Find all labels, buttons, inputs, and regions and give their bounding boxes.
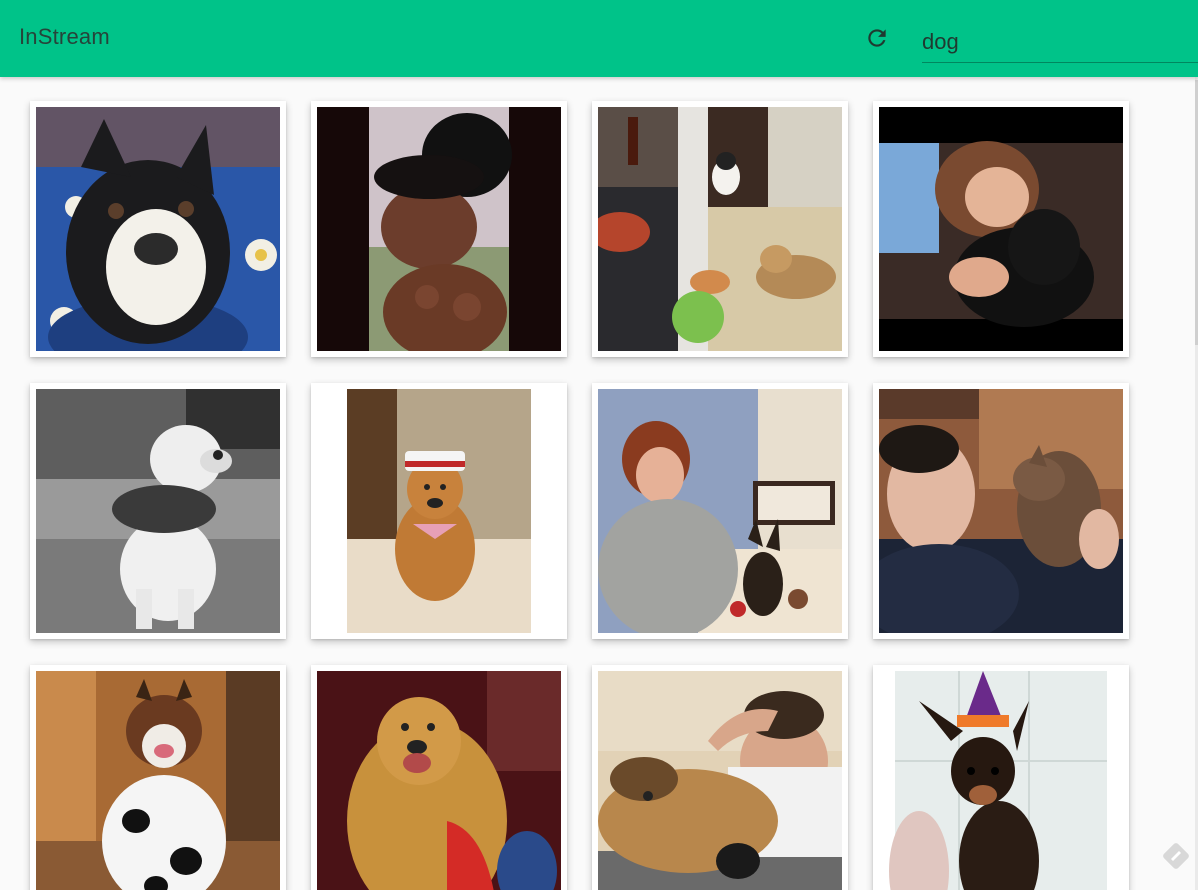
photo-card[interactable] [873, 383, 1129, 639]
pencil-icon [1163, 843, 1189, 869]
photo-card[interactable] [30, 383, 286, 639]
photo-boston-terrier [36, 107, 280, 351]
app-root: InStream [0, 0, 1198, 890]
app-title: InStream [19, 24, 110, 49]
photo-st-bernard-cow [36, 671, 280, 890]
photo-card[interactable] [592, 101, 848, 357]
photo-man-dog-floor [598, 671, 842, 890]
photo-card[interactable] [30, 101, 286, 357]
refresh-button[interactable] [862, 23, 892, 53]
photo-woman-poodles [317, 107, 561, 351]
photo-card[interactable] [873, 665, 1129, 890]
search-field [922, 24, 1198, 63]
photo-pinscher-witch [879, 671, 1123, 890]
top-toolbar: InStream [0, 0, 1198, 77]
edit-fab[interactable] [1160, 840, 1192, 872]
photo-golden-sailor [317, 389, 561, 633]
photo-girl-black-dog [879, 107, 1123, 351]
photo-card[interactable] [873, 101, 1129, 357]
photo-bulldog-leopard [36, 389, 280, 633]
photo-card[interactable] [592, 665, 848, 890]
photo-card[interactable] [30, 665, 286, 890]
photo-card[interactable] [311, 665, 567, 890]
photo-kitchen-dogs [598, 107, 842, 351]
photo-man-puppy [879, 389, 1123, 633]
refresh-icon [868, 29, 886, 47]
photo-card[interactable] [311, 101, 567, 357]
photo-card[interactable] [311, 383, 567, 639]
photo-woman-chihuahua [598, 389, 842, 633]
photo-card[interactable] [592, 383, 848, 639]
photo-golden-scarf [317, 671, 561, 890]
search-input[interactable] [922, 24, 1192, 58]
photo-grid [0, 77, 1198, 890]
